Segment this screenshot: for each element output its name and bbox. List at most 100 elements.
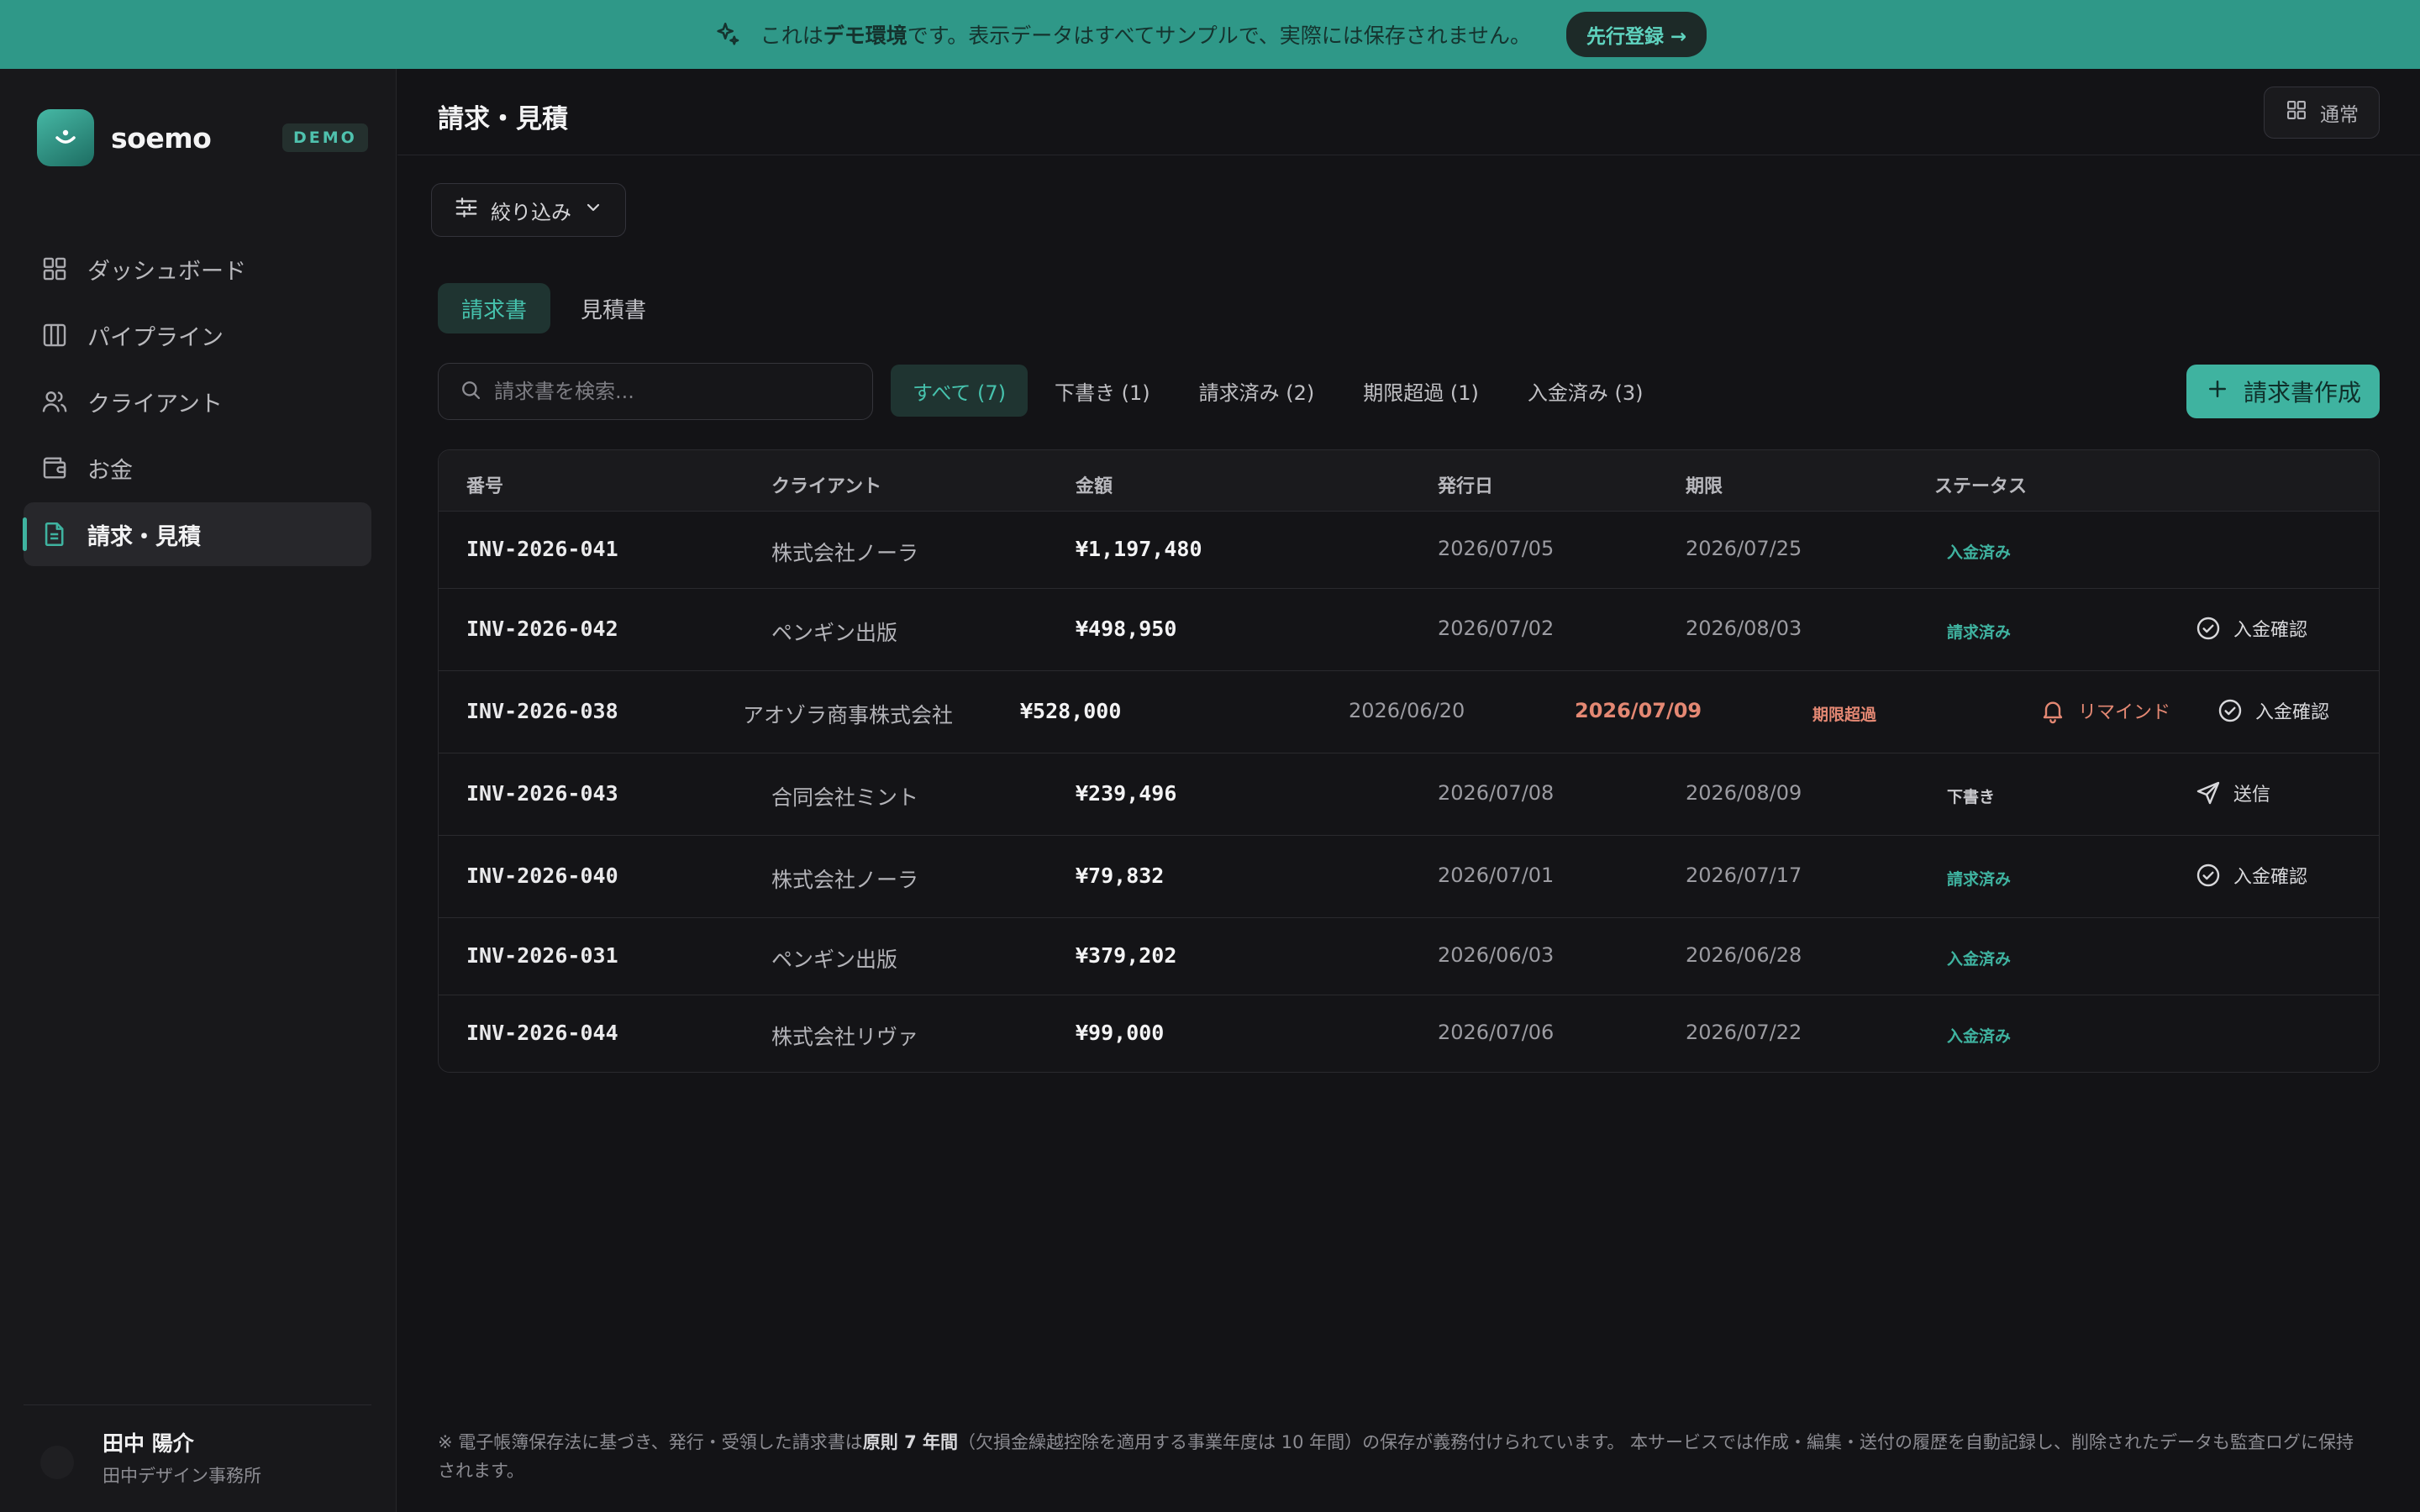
invoice-number: INV-2026-040 xyxy=(466,864,618,888)
client-name: ペンギン出版 xyxy=(771,948,898,972)
preregister-button[interactable]: 先行登録 → xyxy=(1566,12,1707,57)
sidebar-item-label: お金 xyxy=(87,457,133,484)
logo-icon xyxy=(37,109,94,166)
demo-badge: DEMO xyxy=(282,123,368,152)
sidebar-item-dashboard[interactable]: ダッシュボード xyxy=(24,237,371,301)
tab-invoices[interactable]: 請求書 xyxy=(438,283,551,333)
retention-note: ※ 電子帳簿保存法に基づき、発行・受領した請求書は原則 7 年間（欠損金繰越控除… xyxy=(438,1432,2354,1481)
action-label: 入金確認 xyxy=(2233,867,2308,888)
column-header-amount[interactable]: 金額 xyxy=(1076,471,1113,498)
status-badge: 請求済み xyxy=(1947,870,2012,889)
check-circle-icon xyxy=(2195,862,2222,889)
confirm-payment-button[interactable]: 入金確認 xyxy=(2217,697,2329,724)
column-header-issued[interactable]: 発行日 xyxy=(1438,471,1493,498)
invoice-number: INV-2026-042 xyxy=(466,617,618,641)
invoice-amount: ¥528,000 xyxy=(1020,699,1122,723)
document-tabs: 請求書 見積書 xyxy=(438,283,670,333)
sparkle-icon xyxy=(713,20,742,49)
sidebar-item-pipeline[interactable]: パイプライン xyxy=(24,303,371,367)
table-row[interactable]: INV-2026-044 株式会社リヴァ ¥99,000 2026/07/06 2026… xyxy=(439,995,2379,1072)
demo-banner: これはデモ環境です。表示データはすべてサンプルで、実際には保存されません。 先行… xyxy=(0,0,2420,69)
due-date: 2026/07/25 xyxy=(1686,537,1802,560)
check-circle-icon xyxy=(2217,697,2244,724)
status-tab-draft[interactable]: 下書き (1) xyxy=(1033,365,1172,417)
status-tab-overdue[interactable]: 期限超過 (1) xyxy=(1341,365,1501,417)
sidebar-item-clients[interactable]: クライアント xyxy=(24,370,371,433)
view-mode-button[interactable]: 通常 xyxy=(2264,87,2380,139)
wallet-icon xyxy=(40,454,69,482)
banner-text: これはデモ環境です。表示データはすべてサンプルで、実際には保存されません。 xyxy=(760,24,1531,48)
issue-date: 2026/06/20 xyxy=(1349,699,1465,722)
status-tab-billed[interactable]: 請求済み (2) xyxy=(1177,365,1337,417)
brand[interactable]: soemo xyxy=(37,109,212,166)
client-name: 株式会社ノーラ xyxy=(771,541,919,565)
column-header-status[interactable]: ステータス xyxy=(1934,471,2027,498)
issue-date: 2026/06/03 xyxy=(1438,943,1555,967)
sidebar: soemo DEMO ダッシュボード パイプライン クライアント お金 請求・見… xyxy=(0,69,397,1512)
create-invoice-button[interactable]: 請求書作成 xyxy=(2186,365,2380,418)
invoice-amount: ¥498,950 xyxy=(1076,617,1177,641)
send-icon xyxy=(2195,780,2222,806)
sidebar-item-invoices[interactable]: 請求・見積 xyxy=(23,502,371,566)
status-tab-paid[interactable]: 入金済み (3) xyxy=(1506,365,1665,417)
document-icon xyxy=(40,520,69,549)
client-name: 株式会社リヴァ xyxy=(771,1025,919,1049)
send-button[interactable]: 送信 xyxy=(2195,780,2270,806)
status-filter-tabs: すべて (7) 下書き (1) 請求済み (2) 期限超過 (1) 入金済み (… xyxy=(891,365,1665,417)
sidebar-item-label: パイプライン xyxy=(87,324,224,351)
sidebar-nav: ダッシュボード パイプライン クライアント お金 請求・見積 xyxy=(23,237,371,569)
search-input[interactable] xyxy=(494,380,847,403)
topbar: 請求・見積 通常 xyxy=(397,69,2420,155)
create-invoice-label: 請求書作成 xyxy=(2243,379,2361,407)
action-label: 入金確認 xyxy=(2255,702,2330,723)
invoice-number: INV-2026-044 xyxy=(466,1021,618,1045)
invoice-amount: ¥99,000 xyxy=(1076,1021,1165,1045)
table-row[interactable]: INV-2026-040 株式会社ノーラ ¥79,832 2026/07/01 2026… xyxy=(439,836,2379,918)
confirm-payment-button[interactable]: 入金確認 xyxy=(2195,862,2307,889)
invoice-number: INV-2026-038 xyxy=(466,699,618,723)
status-badge: 入金済み xyxy=(1947,950,2012,969)
table-row[interactable]: INV-2026-031 ペンギン出版 ¥379,202 2026/06/03 2026… xyxy=(439,918,2379,995)
sidebar-item-money[interactable]: お金 xyxy=(24,436,371,500)
sidebar-item-label: クライアント xyxy=(87,391,223,417)
column-header-number[interactable]: 番号 xyxy=(466,471,503,498)
plus-icon xyxy=(2205,376,2230,407)
confirm-payment-button[interactable]: 入金確認 xyxy=(2195,615,2307,642)
invoice-table: 番号 クライアント 金額 発行日 期限 ステータス INV-2026-041 株式… xyxy=(438,449,2380,1073)
user-org: 田中デザイン事務所 xyxy=(103,1466,261,1486)
check-circle-icon xyxy=(2195,615,2222,642)
user-name: 田中 陽介 xyxy=(103,1431,194,1456)
chevron-down-icon xyxy=(583,197,603,223)
status-badge: 請求済み xyxy=(1947,623,2012,642)
page-title: 請求・見積 xyxy=(438,104,568,134)
tab-quotes[interactable]: 見積書 xyxy=(557,283,670,333)
client-name: 合同会社ミント xyxy=(771,785,919,810)
status-tab-all[interactable]: すべて (7) xyxy=(891,365,1028,417)
table-row[interactable]: INV-2026-038 アオゾラ商事株式会社 ¥528,000 2026/06/20… xyxy=(439,671,2379,753)
issue-date: 2026/07/02 xyxy=(1438,617,1555,640)
columns-icon xyxy=(40,321,69,349)
filter-label: 絞り込み xyxy=(491,200,571,224)
grid-icon xyxy=(40,255,69,283)
brand-name: soemo xyxy=(111,121,212,155)
invoice-number: INV-2026-031 xyxy=(466,943,618,968)
client-name: ペンギン出版 xyxy=(771,621,898,645)
due-date: 2026/07/09 xyxy=(1575,699,1702,722)
action-label: 送信 xyxy=(2233,785,2271,806)
search-box xyxy=(438,363,873,420)
filter-button[interactable]: 絞り込み xyxy=(431,183,626,237)
column-header-due[interactable]: 期限 xyxy=(1686,471,1723,498)
due-date: 2026/07/17 xyxy=(1686,864,1802,887)
table-row[interactable]: INV-2026-042 ペンギン出版 ¥498,950 2026/07/02 2026… xyxy=(439,589,2379,671)
users-icon xyxy=(40,387,69,416)
remind-button[interactable]: リマインド xyxy=(2039,697,2170,724)
column-header-client[interactable]: クライアント xyxy=(771,471,881,498)
table-row[interactable]: INV-2026-043 合同会社ミント ¥239,496 2026/07/08 202… xyxy=(439,753,2379,836)
due-date: 2026/08/09 xyxy=(1686,781,1802,805)
sidebar-item-label: 請求・見積 xyxy=(87,523,201,550)
invoice-amount: ¥79,832 xyxy=(1076,864,1165,888)
table-header: 番号 クライアント 金額 発行日 期限 ステータス xyxy=(439,450,2379,512)
user-profile[interactable]: 田中 陽介 田中デザイン事務所 xyxy=(24,1404,371,1488)
due-date: 2026/07/22 xyxy=(1686,1021,1802,1044)
table-row[interactable]: INV-2026-041 株式会社ノーラ ¥1,197,480 2026/07/05 2… xyxy=(439,512,2379,589)
